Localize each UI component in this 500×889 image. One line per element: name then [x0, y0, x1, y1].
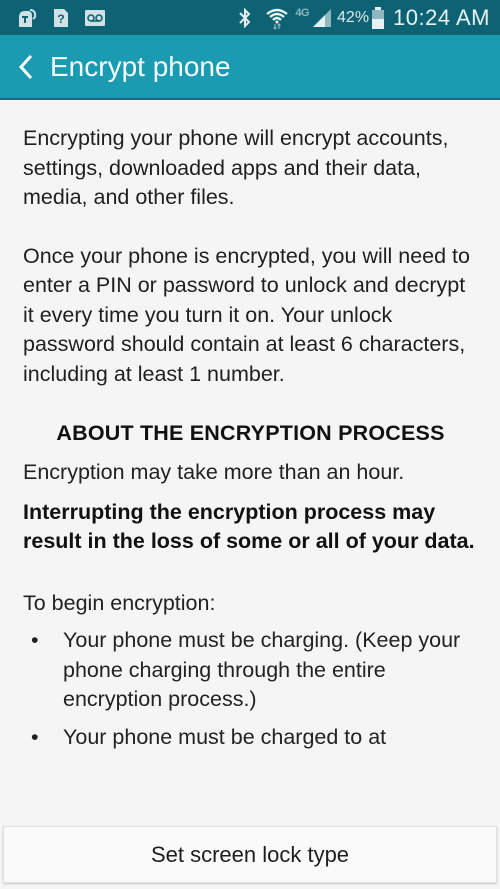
svg-text:?: ? [57, 12, 64, 26]
status-bar-system: 4G 42% 10:24 AM [237, 5, 500, 31]
requirements-list: • Your phone must be charging. (Keep you… [23, 626, 478, 752]
bullet-icon: • [31, 628, 39, 652]
set-screen-lock-type-button[interactable]: Set screen lock type [3, 826, 497, 883]
chevron-left-icon [17, 53, 35, 81]
back-button[interactable] [6, 34, 46, 99]
battery-percent: 42% [337, 8, 370, 26]
voicemail-icon [84, 8, 106, 28]
encrypt-info-content[interactable]: Encrypting your phone will encrypt accou… [0, 102, 500, 824]
list-item: • Your phone must be charging. (Keep you… [23, 626, 478, 715]
battery-icon [371, 6, 385, 30]
interruption-warning: Interrupting the encryption process may … [23, 499, 475, 554]
requirement-text: Your phone must be charging. (Keep your … [63, 628, 461, 711]
begin-label: To begin encryption: [23, 590, 216, 615]
duration-info: Encryption may take more than an hour. [23, 460, 405, 484]
page-title: Encrypt phone [50, 50, 231, 82]
intro-paragraph: Encrypting your phone will encrypt accou… [23, 126, 449, 209]
network-4g-icon: 4G [295, 6, 310, 19]
bluetooth-icon [237, 7, 253, 29]
requirement-text: Your phone must be charged to at [63, 724, 387, 749]
app-bar: Encrypt phone [0, 35, 500, 100]
status-bar-notifications: ? [0, 7, 106, 29]
section-heading: ABOUT THE ENCRYPTION PROCESS [56, 421, 445, 445]
bullet-icon: • [31, 724, 39, 749]
signal-icon [311, 7, 333, 29]
sim-unknown-icon: ? [52, 7, 70, 29]
bottom-bar: Set screen lock type [0, 824, 500, 889]
list-item: • Your phone must be charged to at [23, 723, 478, 753]
tmobile-app-icon [16, 7, 38, 29]
wifi-icon [265, 6, 289, 30]
clock: 10:24 AM [393, 4, 490, 30]
password-requirement-paragraph: Once your phone is encrypted, you will n… [23, 243, 470, 386]
status-bar: ? 4G 42% 10:24 AM [0, 0, 500, 35]
